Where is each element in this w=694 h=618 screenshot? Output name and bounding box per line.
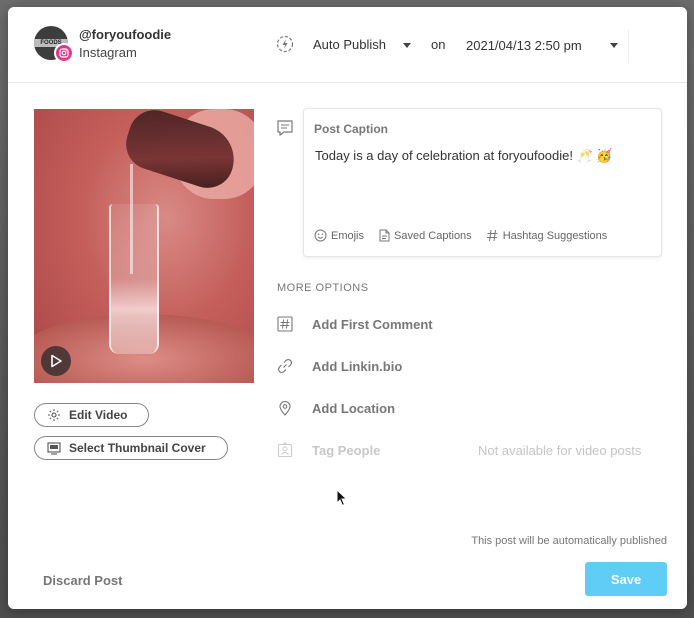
location-pin-icon [276,399,294,417]
account-handle: @foryoufoodie [79,27,172,42]
edit-video-label: Edit Video [69,408,128,422]
saved-captions-button[interactable]: Saved Captions [378,229,472,242]
save-button[interactable]: Save [585,562,667,596]
header-divider [628,29,629,63]
add-linkin-bio-button[interactable]: Add Linkin.bio [276,356,402,376]
play-icon [51,354,62,368]
hashtag-suggestions-button[interactable]: Hashtag Suggestions [486,229,608,242]
tag-people-label: Tag People [312,442,381,458]
hashtag-suggestions-label: Hashtag Suggestions [502,229,608,242]
emojis-button[interactable]: Emojis [314,229,364,242]
hashtag-icon [486,229,498,242]
datetime-chevron-down-icon[interactable] [610,43,618,48]
video-preview[interactable] [34,109,254,383]
document-icon [379,229,390,242]
account-network: Instagram [79,45,137,60]
select-thumbnail-button[interactable]: Select Thumbnail Cover [34,436,228,460]
tag-people-unavailable-note: Not available for video posts [478,443,642,458]
add-first-comment-button[interactable]: Add First Comment [276,314,433,334]
emojis-label: Emojis [331,229,365,242]
hashtag-comment-icon [276,315,294,333]
caption-editor[interactable]: Post Caption Today is a day of celebrati… [303,108,662,257]
select-thumbnail-label: Select Thumbnail Cover [69,441,206,455]
person-tag-icon [276,441,294,459]
discard-post-button[interactable]: Discard Post [43,573,122,588]
caption-label: Post Caption [314,122,388,136]
play-button[interactable] [41,346,71,376]
on-label: on [431,37,446,52]
caption-icon [277,120,293,136]
publish-mode-chevron-down-icon[interactable] [403,43,411,48]
edit-video-button[interactable]: Edit Video [34,403,149,427]
publish-mode-dropdown[interactable]: Auto Publish [313,37,386,52]
thumbnail-icon [47,442,61,455]
modal-header: FOODS @foryoufoodie Instagram Auto Publi… [8,7,687,83]
caption-input[interactable]: Today is a day of celebration at foryouf… [315,148,613,164]
add-location-button[interactable]: Add Location [276,398,395,418]
auto-publish-status: This post will be automatically publishe… [471,535,667,547]
add-location-label: Add Location [312,400,396,416]
more-options-heading: MORE OPTIONS [277,282,369,294]
add-linkin-bio-label: Add Linkin.bio [312,358,403,374]
smiley-icon [314,229,327,242]
schedule-datetime-dropdown[interactable]: 2021/04/13 2:50 pm [466,38,582,53]
glass-shape [109,204,159,354]
instagram-icon [54,43,74,63]
post-editor-modal: FOODS @foryoufoodie Instagram Auto Publi… [8,7,687,609]
magic-wand-icon [48,409,60,421]
mouse-cursor-icon [336,489,348,507]
auto-publish-icon [276,35,294,53]
link-icon [276,357,294,375]
caption-toolbar: Emojis Saved Captions Hashtag Suggestion… [314,229,621,242]
add-first-comment-label: Add First Comment [312,316,433,332]
saved-captions-label: Saved Captions [394,229,472,242]
tag-people-button: Tag People [276,440,380,460]
